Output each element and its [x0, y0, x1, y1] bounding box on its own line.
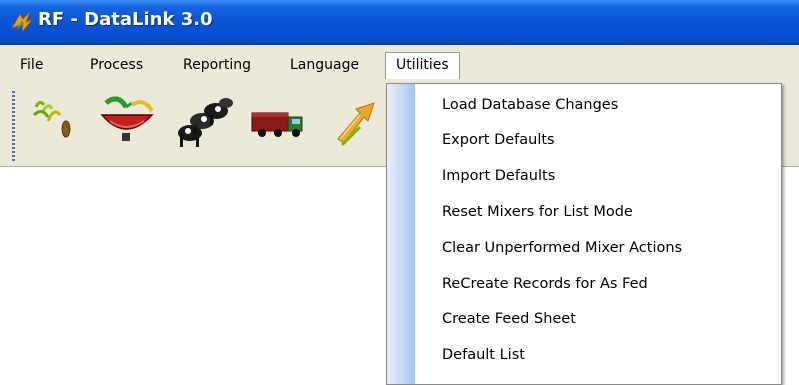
crop-plants-button[interactable]	[30, 93, 80, 149]
menu-icon-strip	[387, 84, 415, 384]
title-bar: RF - DataLink 3.0	[0, 0, 799, 45]
export-arrow-icon	[330, 93, 380, 149]
feed-mixer-icon	[96, 93, 158, 149]
menu-item-default-list[interactable]: Default List	[442, 346, 525, 364]
menu-item-load-database-changes[interactable]: Load Database Changes	[442, 96, 618, 114]
menu-bar: File Process Reporting Language Utilitie…	[0, 45, 799, 85]
utilities-menu: Load Database Changes Export Defaults Im…	[386, 83, 782, 385]
menu-process[interactable]: Process	[87, 56, 146, 74]
menu-utilities[interactable]: Utilities	[385, 52, 460, 79]
feed-truck-icon	[248, 93, 308, 149]
toolbar-grip[interactable]	[12, 91, 15, 161]
menu-item-clear-unperformed-mixer-actions[interactable]: Clear Unperformed Mixer Actions	[442, 239, 682, 257]
menu-item-reset-mixers[interactable]: Reset Mixers for List Mode	[442, 203, 633, 221]
feed-mixer-button[interactable]	[96, 93, 158, 149]
menu-language[interactable]: Language	[287, 56, 362, 74]
cattle-herd-icon	[172, 93, 236, 149]
menu-reporting[interactable]: Reporting	[180, 56, 254, 74]
window-title: RF - DataLink 3.0	[38, 9, 213, 30]
menu-item-recreate-records-as-fed[interactable]: ReCreate Records for As Fed	[442, 275, 648, 293]
menu-item-create-feed-sheet[interactable]: Create Feed Sheet	[442, 310, 576, 328]
export-arrow-button[interactable]	[330, 93, 380, 149]
menu-item-export-defaults[interactable]: Export Defaults	[442, 131, 555, 149]
menu-item-import-defaults[interactable]: Import Defaults	[442, 167, 555, 185]
crop-plants-icon	[30, 93, 80, 149]
cattle-herd-button[interactable]	[172, 93, 236, 149]
rf-logo-icon[interactable]	[10, 10, 36, 34]
feed-truck-button[interactable]	[248, 93, 308, 149]
menu-file[interactable]: File	[17, 56, 46, 74]
